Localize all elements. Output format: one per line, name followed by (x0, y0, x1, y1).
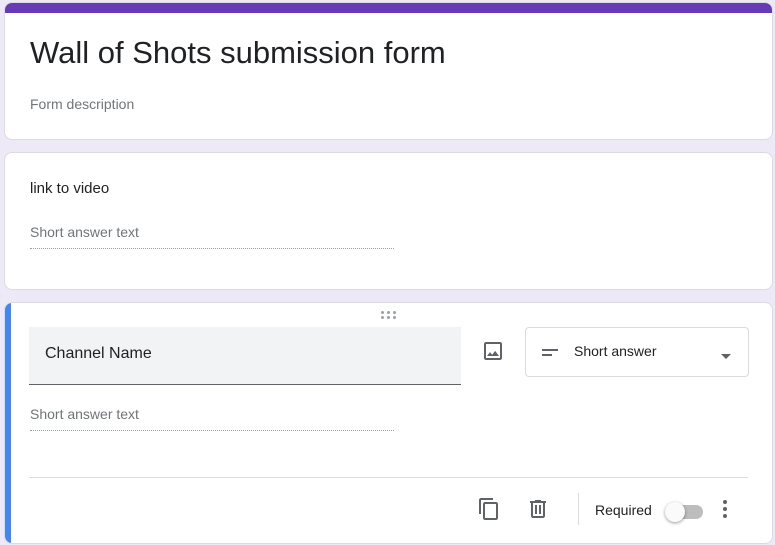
duplicate-icon[interactable] (477, 497, 501, 521)
trash-icon[interactable] (526, 497, 550, 521)
drag-handle-icon[interactable] (381, 311, 399, 321)
toggle-icon[interactable] (665, 501, 703, 522)
question-footer-divider (29, 477, 748, 478)
active-question-indicator (5, 303, 11, 543)
question-card-channel-name[interactable]: Channel Name Short answer Short answer t… (4, 302, 773, 544)
question-card-link-to-video[interactable]: link to video Short answer text (4, 152, 773, 290)
footer-separator (578, 493, 579, 525)
question-type-dropdown[interactable]: Short answer (525, 327, 749, 377)
form-description-field[interactable]: Form description (30, 96, 134, 112)
form-title[interactable]: Wall of Shots submission form (30, 33, 446, 73)
question-title-input[interactable]: Channel Name (29, 327, 461, 385)
theme-accent-bar (5, 3, 772, 13)
short-answer-preview: Short answer text (30, 406, 394, 431)
short-answer-icon (540, 343, 560, 368)
question-type-label: Short answer (574, 343, 657, 359)
question-title[interactable]: link to video (30, 180, 109, 197)
required-label: Required (595, 502, 652, 518)
image-icon[interactable] (481, 339, 505, 363)
toggle-thumb (665, 502, 685, 522)
more-vert-icon[interactable] (719, 497, 731, 521)
dropdown-arrow-icon (720, 348, 732, 366)
form-title-card: Wall of Shots submission form Form descr… (4, 2, 773, 140)
short-answer-preview: Short answer text (30, 224, 394, 249)
